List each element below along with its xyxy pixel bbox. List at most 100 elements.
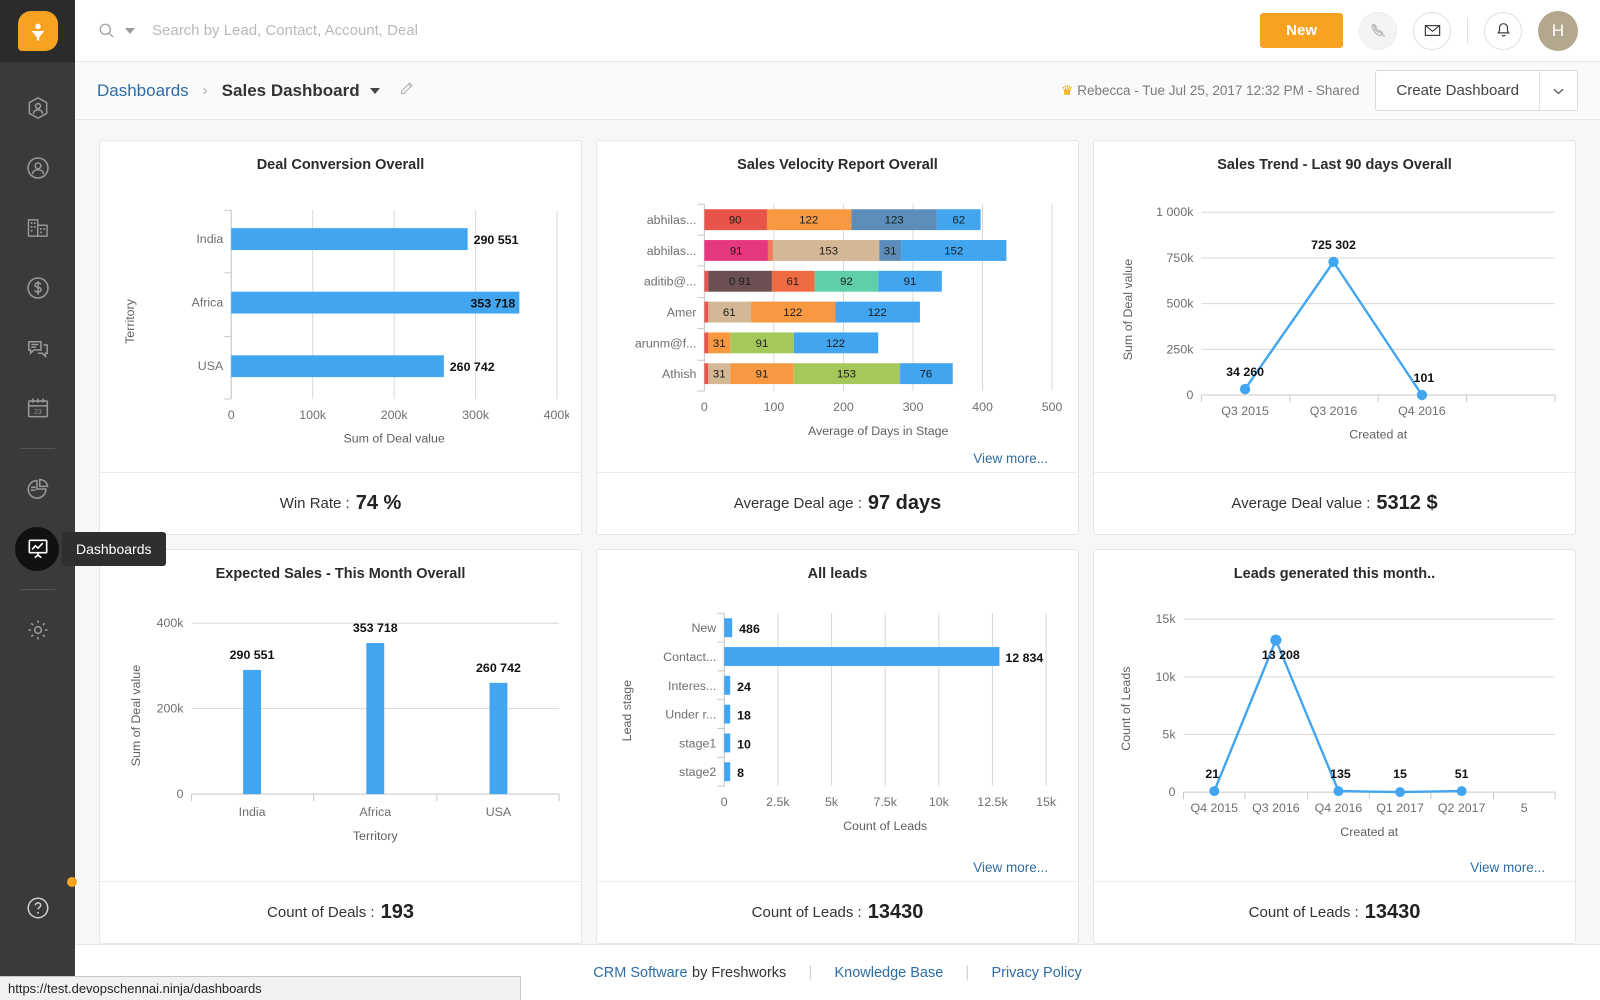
stack-row-6[interactable]: 31 91 153 76	[704, 363, 952, 384]
dashboard-grid: Deal Conversion Overall Territory	[75, 120, 1600, 944]
y-axis-title: Lead stage	[620, 680, 634, 741]
seg-label-r5-s2: 31	[713, 338, 726, 350]
dollar-circle-icon	[25, 275, 51, 301]
knowledge-base-link[interactable]: Knowledge Base	[834, 965, 943, 981]
cat-label-r3: aditib@...	[644, 275, 697, 289]
point-q3-2016[interactable]	[1328, 257, 1338, 267]
create-dashboard-group[interactable]: Create Dashboard	[1375, 70, 1578, 111]
y-axis-title: Count of Leads	[1119, 667, 1133, 751]
chart-sales-velocity[interactable]: 90 122 123 62 abhilas...	[609, 177, 1066, 468]
deal-conversion-svg: Territory	[112, 177, 569, 468]
sidebar-item-deals[interactable]	[0, 258, 75, 318]
search-scope-chevron-down-icon[interactable]	[125, 28, 135, 34]
x-tick-1: Q3 2016	[1252, 801, 1300, 815]
all-leads-svg: Lead stage	[609, 586, 1066, 877]
create-dashboard-dropdown[interactable]	[1539, 71, 1577, 110]
stack-row-1[interactable]: 90 122 123 62	[704, 209, 980, 230]
sidebar-item-contacts[interactable]	[0, 138, 75, 198]
x-tick-0: 0	[701, 400, 708, 414]
pencil-icon	[398, 80, 415, 97]
bar-interested[interactable]	[724, 676, 730, 695]
help-button[interactable]	[0, 878, 75, 938]
card-title: Sales Trend - Last 90 days Overall	[1106, 157, 1563, 173]
stack-row-5[interactable]: 31 91 122	[704, 332, 878, 353]
new-button[interactable]: New	[1260, 13, 1343, 48]
point-q3-2015[interactable]	[1240, 384, 1250, 394]
sidebar-item-calendar[interactable]: 23	[0, 378, 75, 438]
bar-usa[interactable]	[490, 683, 508, 794]
point-q4-2016[interactable]	[1417, 390, 1427, 400]
kpi-value: 193	[381, 901, 414, 924]
sidebar-item-settings[interactable]	[0, 600, 75, 660]
dashboard-chevron-down-icon[interactable]	[370, 88, 380, 94]
seg-label-r2-s3: 153	[819, 245, 838, 257]
card-footer-kpi: Average Deal value : 5312 $	[1094, 472, 1575, 534]
card-title: Leads generated this month..	[1106, 566, 1563, 582]
bar-under-review[interactable]	[724, 705, 730, 724]
circle-person-icon	[25, 155, 51, 181]
y-tick-1: 200k	[157, 702, 185, 716]
gridlines	[704, 204, 1052, 391]
bar-new[interactable]	[724, 618, 732, 637]
view-more-link[interactable]: View more...	[973, 860, 1048, 875]
breadcrumb-current-dashboard[interactable]: Sales Dashboard	[222, 81, 360, 101]
bar-stage1[interactable]	[724, 733, 730, 752]
point-q4-2015[interactable]	[1209, 786, 1219, 796]
sidebar-item-dashboards[interactable]: Dashboards	[0, 519, 75, 579]
app-logo[interactable]	[0, 0, 75, 62]
gear-icon	[25, 617, 51, 643]
stack-row-4[interactable]: 61 122 122	[704, 302, 920, 323]
value-label-1: 13 208	[1262, 648, 1300, 662]
stack-row-3[interactable]: 0 91 61 92 91	[704, 271, 941, 292]
create-dashboard-button[interactable]: Create Dashboard	[1376, 71, 1539, 110]
search-icon[interactable]	[97, 21, 116, 40]
sidebar-item-conversations[interactable]	[0, 318, 75, 378]
chart-sales-trend[interactable]: Sum of Deal value	[1106, 177, 1563, 468]
bar-usa[interactable]	[231, 355, 444, 377]
x-tick-4: 400	[972, 400, 993, 414]
crm-software-link[interactable]: CRM Software	[593, 965, 687, 981]
seg-label-r3-s2: 0 91	[729, 276, 751, 288]
view-more-link[interactable]: View more...	[973, 451, 1048, 466]
cat-label-contacted: Contact...	[663, 650, 716, 664]
seg-label-r3-s4: 92	[840, 276, 853, 288]
privacy-policy-link[interactable]: Privacy Policy	[991, 965, 1081, 981]
edit-dashboard-button[interactable]	[398, 80, 415, 102]
breadcrumb-root-link[interactable]: Dashboards	[97, 81, 189, 101]
global-search[interactable]	[97, 21, 1260, 40]
stack-row-2[interactable]: 91 0 153 31 152	[704, 240, 1006, 261]
email-button[interactable]	[1413, 12, 1451, 50]
main-area: New	[75, 0, 1600, 1000]
sidebar-item-reports[interactable]	[0, 459, 75, 519]
bar-india[interactable]	[231, 228, 467, 250]
chevron-down-icon	[1553, 87, 1564, 95]
point-q1-2017[interactable]	[1395, 787, 1405, 797]
sidebar-item-accounts[interactable]	[0, 198, 75, 258]
chart-deal-conversion[interactable]: Territory	[112, 177, 569, 468]
value-label-stage2: 8	[737, 766, 744, 780]
x-axis-title: Count of Leads	[843, 819, 927, 833]
notifications-button[interactable]	[1484, 12, 1522, 50]
breadcrumb-separator: ›	[203, 82, 208, 99]
bar-contacted[interactable]	[724, 647, 999, 666]
user-avatar[interactable]: H	[1538, 11, 1578, 51]
view-more-link[interactable]: View more...	[1470, 860, 1545, 875]
dashboard-chart-icon	[25, 536, 51, 562]
phone-disabled-button[interactable]	[1359, 12, 1397, 50]
seg-label-r5-s4: 122	[826, 338, 845, 350]
chart-expected-sales[interactable]: Sum of Deal value	[112, 586, 569, 877]
bar-india[interactable]	[243, 670, 261, 794]
breadcrumb-right-group: ♛Rebecca - Tue Jul 25, 2017 12:32 PM - S…	[1061, 70, 1578, 111]
point-q3-2016[interactable]	[1270, 635, 1281, 646]
chart-all-leads[interactable]: Lead stage	[609, 586, 1066, 877]
search-input[interactable]	[152, 22, 672, 39]
x-tick-2: 200	[833, 400, 854, 414]
point-q4-2016[interactable]	[1334, 786, 1344, 796]
bar-stage2[interactable]	[724, 762, 730, 781]
x-tick-marks	[1201, 395, 1555, 402]
sidebar-item-leads[interactable]	[0, 78, 75, 138]
point-q2-2017[interactable]	[1457, 786, 1467, 796]
chart-leads-generated[interactable]: Count of Leads	[1106, 586, 1563, 877]
bar-africa[interactable]	[366, 643, 384, 794]
value-label-3: 15	[1393, 767, 1407, 781]
